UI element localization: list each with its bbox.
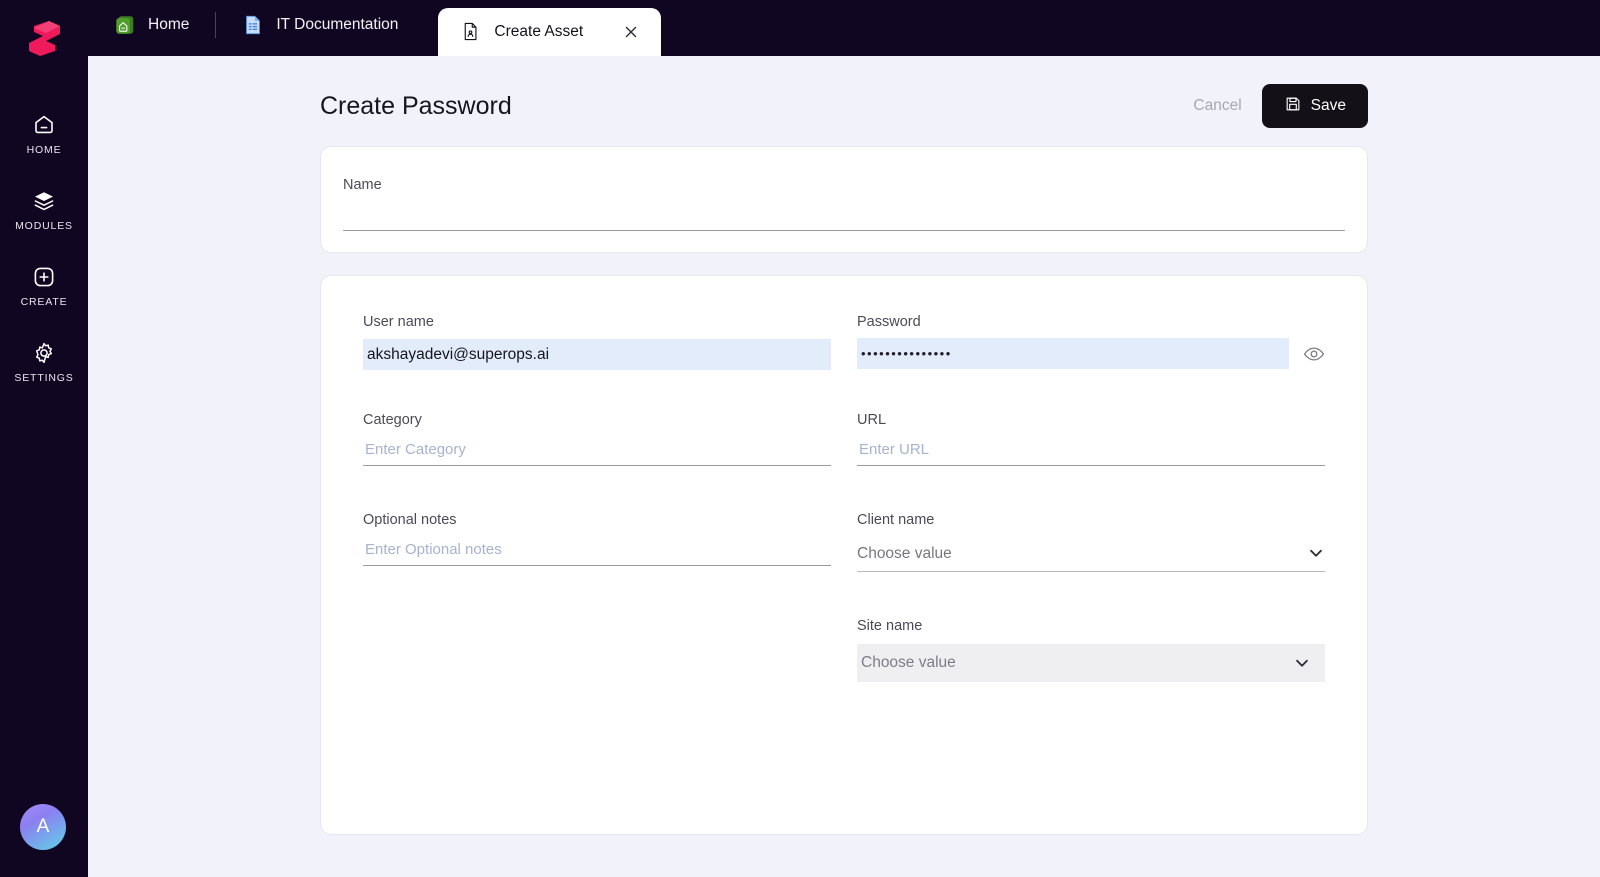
sidebar-item-modules[interactable]: MODULES xyxy=(0,172,88,248)
url-field: URL xyxy=(857,412,1325,466)
user-avatar[interactable]: A xyxy=(20,804,66,850)
sidebar-item-label: MODULES xyxy=(15,219,73,232)
password-details-card: User name Password xyxy=(320,275,1368,835)
plus-box-icon xyxy=(32,265,56,289)
name-card: Name xyxy=(320,146,1368,253)
sidebar-item-settings[interactable]: SETTINGS xyxy=(0,324,88,400)
category-url-row: Category URL xyxy=(363,412,1325,466)
site-name-value: Choose value xyxy=(861,654,956,671)
client-name-select[interactable]: Choose value xyxy=(857,544,1325,572)
tab-bar: Home IT Documentation Create Asset xyxy=(88,0,1600,56)
floppy-disk-icon xyxy=(1284,95,1302,118)
tab-label: Create Asset xyxy=(494,23,584,40)
client-name-value: Choose value xyxy=(857,545,952,562)
sidebar-item-label: CREATE xyxy=(20,295,68,308)
url-label: URL xyxy=(857,412,887,428)
superops-logo[interactable] xyxy=(16,14,72,62)
password-field: Password xyxy=(857,314,1325,370)
category-label: Category xyxy=(363,412,422,428)
name-label: Name xyxy=(343,177,382,193)
client-name-field: Client name Choose value Site name Choos… xyxy=(857,512,1325,682)
home-app-icon xyxy=(114,14,136,36)
close-icon[interactable] xyxy=(621,22,641,42)
password-label: Password xyxy=(857,314,921,330)
home-icon xyxy=(32,113,56,137)
chevron-down-icon xyxy=(1307,544,1325,562)
optional-notes-label: Optional notes xyxy=(363,512,457,528)
user-name-field: User name xyxy=(363,314,831,370)
site-name-field: Site name Choose value xyxy=(857,618,1325,682)
optional-notes-input[interactable] xyxy=(363,537,831,566)
save-button[interactable]: Save xyxy=(1261,84,1368,128)
optional-notes-field: Optional notes xyxy=(363,512,831,682)
client-name-label: Client name xyxy=(857,512,935,528)
eye-icon[interactable] xyxy=(1303,343,1325,365)
notes-client-row: Optional notes Client name Choose value xyxy=(363,512,1325,682)
main-region: Home IT Documentation Create Asset Creat… xyxy=(88,0,1600,877)
tab-create-asset[interactable]: Create Asset xyxy=(438,8,662,56)
sidebar-item-label: HOME xyxy=(26,143,62,156)
avatar-initial: A xyxy=(36,816,50,837)
create-password-page: Create Password Cancel Save Name User na… xyxy=(88,56,1600,877)
page-title: Create Password xyxy=(320,91,512,120)
category-input[interactable] xyxy=(363,437,831,466)
tab-it-documentation[interactable]: IT Documentation xyxy=(216,0,424,56)
rail-item-list: HOME MODULES CREATE SETTINGS xyxy=(0,96,88,400)
site-name-label: Site name xyxy=(857,618,923,634)
sidebar-item-home[interactable]: HOME xyxy=(0,96,88,172)
left-navigation-rail: HOME MODULES CREATE SETTINGS A xyxy=(0,0,88,877)
chevron-down-icon xyxy=(1293,654,1311,672)
document-icon xyxy=(242,14,264,36)
password-input-row xyxy=(857,338,1325,369)
layers-icon xyxy=(32,189,56,213)
url-input[interactable] xyxy=(857,437,1325,466)
cancel-button[interactable]: Cancel xyxy=(1193,97,1241,115)
user-name-input[interactable] xyxy=(363,339,831,370)
asset-file-icon xyxy=(460,21,482,43)
save-button-label: Save xyxy=(1310,97,1346,114)
category-field: Category xyxy=(363,412,831,466)
password-input[interactable] xyxy=(857,338,1289,369)
tab-label: Home xyxy=(148,16,190,33)
site-name-select[interactable]: Choose value xyxy=(857,644,1325,682)
header-actions: Cancel Save xyxy=(1193,84,1368,128)
sidebar-item-label: SETTINGS xyxy=(14,371,74,384)
credentials-row: User name Password xyxy=(363,314,1325,370)
page-header: Create Password Cancel Save xyxy=(88,56,1600,132)
tab-label: IT Documentation xyxy=(276,16,399,33)
name-input[interactable] xyxy=(343,202,1345,231)
sidebar-item-create[interactable]: CREATE xyxy=(0,248,88,324)
gear-icon xyxy=(32,341,56,365)
user-name-label: User name xyxy=(363,314,434,330)
tab-home[interactable]: Home xyxy=(88,0,215,56)
